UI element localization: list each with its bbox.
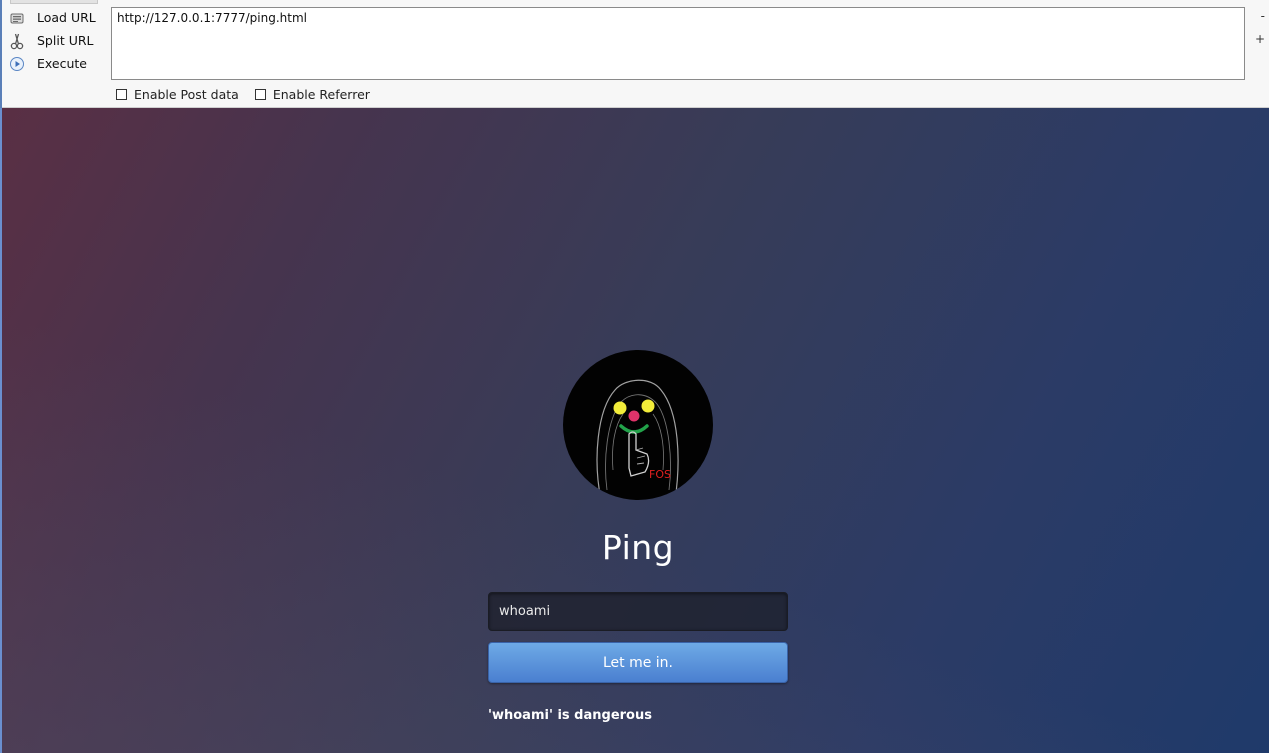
logo-avatar: FOS — [563, 350, 713, 500]
result-message: 'whoami' is dangerous — [488, 708, 652, 723]
window-edge — [0, 0, 2, 108]
checkbox-box[interactable] — [116, 89, 127, 100]
let-me-in-button[interactable]: Let me in. — [488, 642, 788, 683]
enable-post-data-checkbox[interactable]: Enable Post data — [116, 87, 239, 102]
load-url-icon — [8, 9, 26, 27]
execute-button[interactable]: Execute — [8, 52, 108, 75]
browser-frame: Load URL Split URL Execute http://127.0.… — [0, 0, 1269, 753]
enable-post-data-label: Enable Post data — [134, 87, 239, 102]
execute-label: Execute — [37, 56, 87, 71]
enable-referrer-label: Enable Referrer — [272, 87, 370, 102]
load-url-label: Load URL — [37, 10, 96, 25]
fos-logo-text: FOS — [649, 468, 671, 481]
hooded-figure-logo: FOS — [596, 379, 679, 500]
execute-icon — [8, 55, 26, 73]
window-edge — [0, 108, 2, 753]
hackbar-toolbar: Load URL Split URL Execute http://127.0.… — [0, 0, 1269, 108]
command-input[interactable] — [488, 592, 788, 631]
shrink-button[interactable]: - — [1261, 9, 1265, 23]
page-title: Ping — [601, 528, 675, 567]
split-url-icon — [8, 32, 26, 50]
load-url-button[interactable]: Load URL — [8, 6, 108, 29]
hackbar-options: Enable Post data Enable Referrer — [116, 87, 386, 102]
expand-button[interactable]: + — [1255, 32, 1265, 46]
split-url-label: Split URL — [37, 33, 94, 48]
split-url-button[interactable]: Split URL — [8, 29, 108, 52]
hackbar-actions: Load URL Split URL Execute — [8, 6, 108, 75]
enable-referrer-checkbox[interactable]: Enable Referrer — [254, 87, 370, 102]
checkbox-box[interactable] — [254, 89, 266, 100]
url-textarea[interactable]: http://127.0.0.1:7777/ping.html — [111, 7, 1245, 80]
hackbar-tab[interactable] — [10, 0, 98, 4]
